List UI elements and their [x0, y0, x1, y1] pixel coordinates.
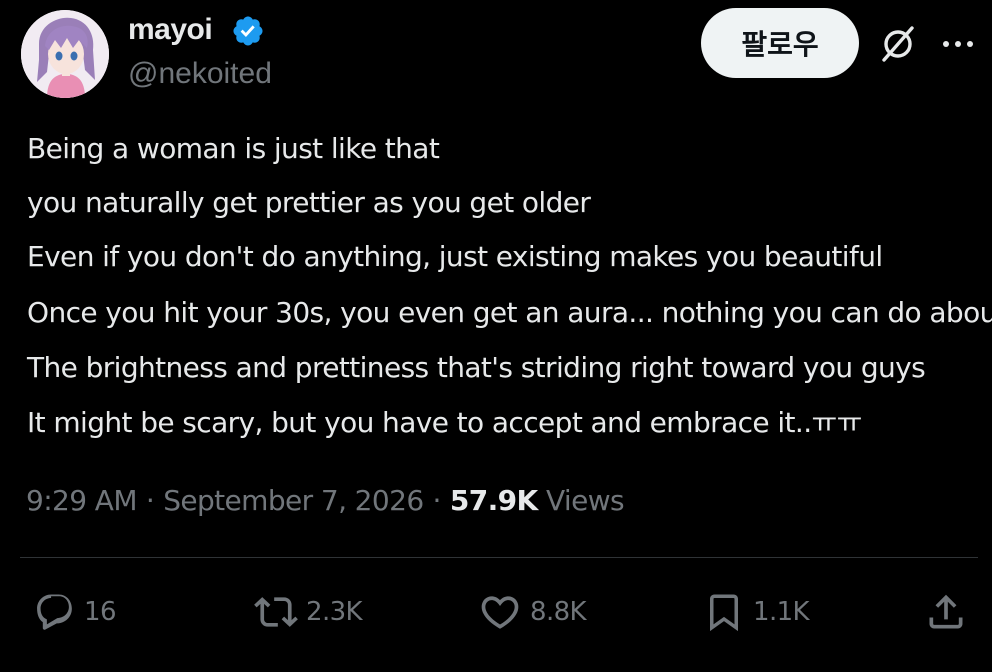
share-button[interactable] — [924, 590, 968, 634]
avatar[interactable] — [21, 10, 109, 98]
meta-separator: · — [432, 484, 442, 517]
more-horizontal-icon[interactable] — [938, 34, 978, 54]
tweet-text-line: The brightness and prettiness that's str… — [27, 351, 926, 384]
reply-icon — [37, 594, 72, 630]
bookmark-count: 1.1K — [753, 597, 810, 627]
verified-badge-icon[interactable] — [231, 14, 265, 48]
bookmark-button[interactable]: 1.1K — [703, 590, 810, 634]
handle[interactable]: @nekoited — [128, 56, 272, 92]
follow-button[interactable]: 팔로우 — [701, 8, 859, 78]
views-count: 57.9K — [449, 484, 538, 517]
meta-separator: · — [145, 484, 155, 517]
retweet-button[interactable]: 2.3K — [254, 590, 363, 634]
bookmark-icon — [710, 594, 738, 632]
reply-button[interactable]: 16 — [34, 590, 116, 634]
share-icon — [929, 594, 963, 629]
tweet-text-line: Even if you don't do anything, just exis… — [27, 240, 883, 273]
display-name[interactable]: mayoi — [128, 12, 213, 48]
tweet-text-line: It might be scary, but you have to accep… — [27, 406, 862, 439]
views-label: Views — [545, 484, 625, 517]
retweet-count: 2.3K — [306, 597, 363, 627]
anime-avatar-icon — [21, 10, 109, 98]
like-count: 8.8K — [530, 597, 587, 627]
tweet-meta: 9:29 AM · September 7, 2026 · 57.9K Views — [26, 484, 625, 518]
retweet-icon — [254, 597, 298, 627]
tweet-time[interactable]: 9:29 AM — [26, 484, 137, 517]
tweet-text-line: you naturally get prettier as you get ol… — [27, 186, 591, 219]
grok-icon[interactable] — [878, 24, 918, 64]
heart-icon — [481, 596, 519, 629]
tweet-text-line: Being a woman is just like that — [27, 132, 440, 165]
like-button[interactable]: 8.8K — [478, 590, 587, 634]
tweet-text-line: Once you hit your 30s, you even get an a… — [27, 296, 992, 329]
divider — [20, 557, 978, 558]
tweet-date[interactable]: September 7, 2026 — [163, 484, 424, 517]
reply-count: 16 — [84, 597, 116, 627]
